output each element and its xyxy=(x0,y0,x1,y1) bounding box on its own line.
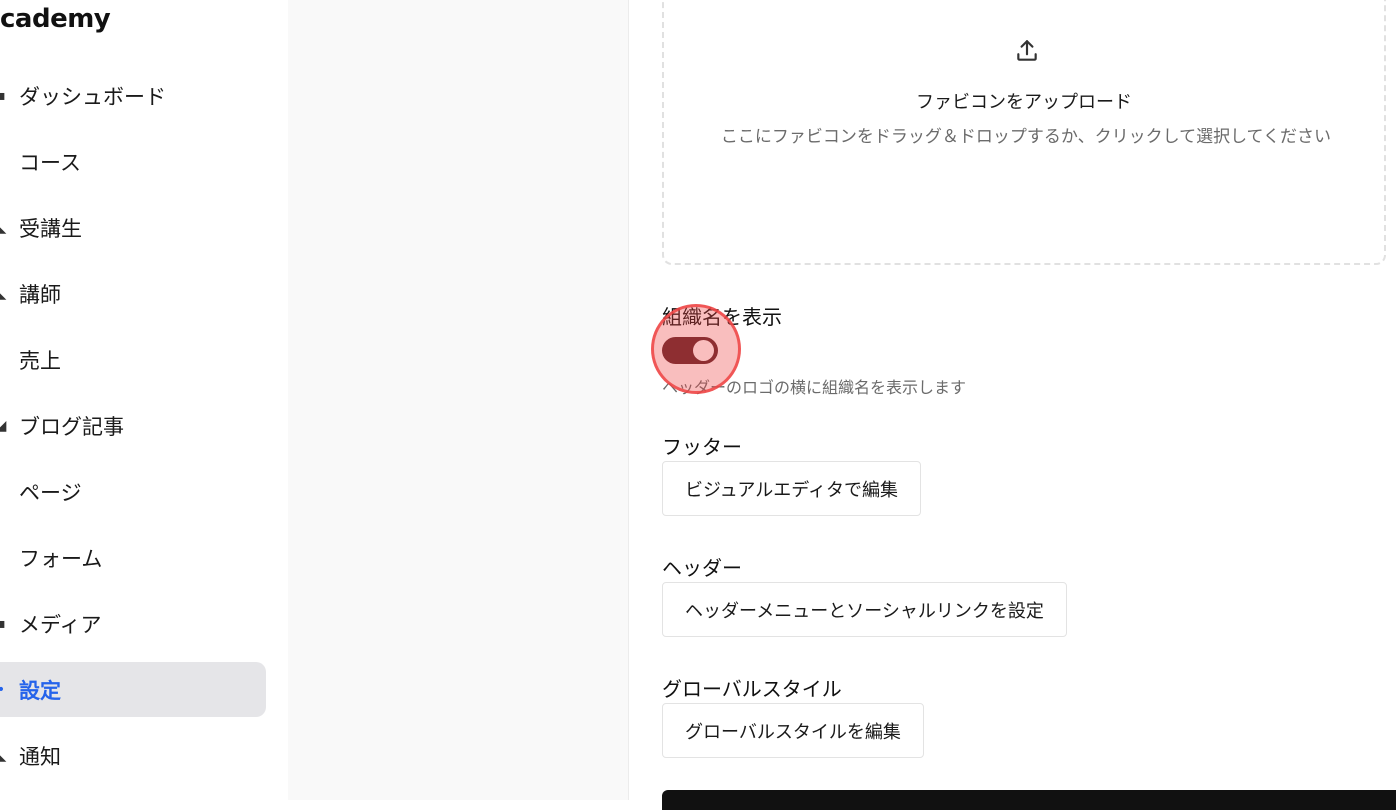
sidebar-item-label: ブログ記事 xyxy=(19,414,124,439)
sidebar-item-label: フォーム xyxy=(19,546,103,571)
dropzone-title: ファビコンをアップロード xyxy=(916,92,1132,113)
sidebar: cademy ▪ ダッシュボード コース ◣ 受講生 ◣ 講師売上 ◢ ブログ記事ページフォーム… xyxy=(0,0,288,800)
instructor-icon: ◣ xyxy=(0,285,7,302)
sidebar-item-blog[interactable]: ◢ ブログ記事 xyxy=(0,398,266,453)
sidebar-item-page[interactable]: ページ xyxy=(0,464,266,519)
edit-global-style-button[interactable]: グローバルスタイルを編集 xyxy=(662,703,924,758)
settings-panel: ファビコンをアップロード ここにファビコンをドラッグ＆ドロップするか、クリックし… xyxy=(629,0,1396,810)
sales-icon xyxy=(0,355,6,365)
sidebar-item-label: 設定 xyxy=(19,678,61,703)
configure-header-button[interactable]: ヘッダーメニューとソーシャルリンクを設定 xyxy=(662,582,1067,637)
media-icon: ▪ xyxy=(0,615,6,632)
footer-label: フッター xyxy=(662,435,742,459)
brand-name[interactable]: cademy xyxy=(0,4,111,34)
dropzone-subtitle: ここにファビコンをドラッグ＆ドロップするか、クリックして選択してください xyxy=(720,127,1332,147)
course-icon xyxy=(0,157,6,167)
sidebar-item-label: 売上 xyxy=(19,348,61,373)
sidebar-item-form[interactable]: フォーム xyxy=(0,530,266,585)
sidebar-item-notification[interactable]: ◣ 通知 xyxy=(0,728,266,783)
header-label: ヘッダー xyxy=(662,556,742,580)
blog-icon: ◢ xyxy=(0,417,7,434)
global-style-label: グローバルスタイル xyxy=(662,677,842,701)
dashboard-icon: ▪ xyxy=(0,87,6,104)
favicon-dropzone[interactable]: ファビコンをアップロード ここにファビコンをドラッグ＆ドロップするか、クリックし… xyxy=(662,0,1386,265)
form-icon xyxy=(0,553,6,563)
sidebar-item-label: ダッシュボード xyxy=(19,84,166,109)
sidebar-item-dashboard[interactable]: ▪ ダッシュボード xyxy=(0,68,266,123)
sidebar-item-label: メディア xyxy=(19,612,102,637)
toggle-knob xyxy=(693,340,714,361)
settings-icon: • xyxy=(0,682,6,698)
notification-icon: ◣ xyxy=(0,747,7,764)
save-bar[interactable] xyxy=(662,790,1396,810)
sidebar-nav: ▪ ダッシュボードコース ◣ 受講生 ◣ 講師売上 ◢ ブログ記事ページフォーム ▪ メディア • 設… xyxy=(0,68,266,794)
sidebar-item-settings[interactable]: • 設定 xyxy=(0,662,266,717)
page-icon xyxy=(0,487,6,497)
sidebar-item-label: コース xyxy=(19,150,81,175)
show-org-name-toggle[interactable] xyxy=(662,337,718,364)
edit-footer-button[interactable]: ビジュアルエディタで編集 xyxy=(662,461,921,516)
sidebar-item-instructor[interactable]: ◣ 講師 xyxy=(0,266,266,321)
sidebar-item-label: ページ xyxy=(19,480,82,505)
sidebar-item-label: 講師 xyxy=(19,282,61,307)
students-icon: ◣ xyxy=(0,219,7,236)
content-gutter xyxy=(288,0,629,800)
sidebar-item-students[interactable]: ◣ 受講生 xyxy=(0,200,266,255)
upload-icon xyxy=(1017,40,1037,61)
sidebar-item-course[interactable]: コース xyxy=(0,134,266,189)
show-org-name-help: ヘッダーのロゴの横に組織名を表示します xyxy=(662,378,967,397)
sidebar-item-label: 通知 xyxy=(19,744,61,769)
sidebar-item-sales[interactable]: 売上 xyxy=(0,332,266,387)
sidebar-item-label: 受講生 xyxy=(19,216,82,241)
sidebar-item-media[interactable]: ▪ メディア xyxy=(0,596,266,651)
show-org-name-label: 組織名を表示 xyxy=(662,305,782,329)
